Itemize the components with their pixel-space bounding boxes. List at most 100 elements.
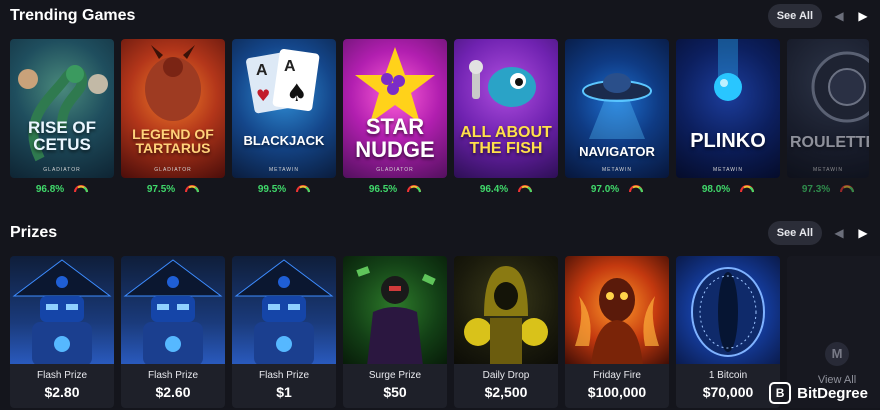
game-studio: METAWIN bbox=[601, 167, 633, 173]
prize-thumbnail bbox=[121, 256, 225, 366]
playing-cards-icon: A A ♠ ♥ bbox=[246, 49, 320, 114]
rtp-value: 96.8% bbox=[35, 183, 65, 195]
trending-games-title: Trending Games bbox=[10, 7, 136, 24]
metawin-logo-icon: M bbox=[825, 342, 849, 366]
trending-games-header: Trending Games See All ◀ ▶ bbox=[10, 1, 870, 31]
trending-games-controls: See All ◀ ▶ bbox=[767, 4, 870, 28]
prize-name: Flash Prize bbox=[258, 370, 309, 381]
game-thumbnail: LEGEND OF TARTARUS GLADIATOR bbox=[121, 39, 225, 178]
game-studio: METAWIN bbox=[268, 167, 300, 173]
game-title: NAVIGATOR bbox=[579, 144, 655, 159]
prize-card-friday-fire[interactable]: Friday Fire $100,000 bbox=[565, 256, 669, 408]
samurai-robot-art bbox=[234, 259, 334, 366]
arrow-left-icon[interactable]: ◀ bbox=[832, 9, 846, 23]
game-title: ALL ABOUT THE FISH bbox=[460, 124, 552, 157]
game-card-blackjack[interactable]: A A ♠ ♥ BLACKJACK METAWIN 99.5% bbox=[232, 39, 336, 200]
prize-card-flash-prize-3[interactable]: Flash Prize $1 bbox=[232, 256, 336, 408]
prize-info: Flash Prize $2.60 bbox=[121, 364, 225, 408]
prizes-controls: See All ◀ ▶ bbox=[767, 221, 870, 245]
game-thumbnail: A A ♠ ♥ BLACKJACK METAWIN bbox=[232, 39, 336, 178]
prize-info: Daily Drop $2,500 bbox=[454, 364, 558, 408]
game-title: RISE OF CETUS bbox=[27, 118, 96, 154]
game-card-all-about-the-fish[interactable]: ALL ABOUT THE FISH 96.4% bbox=[454, 39, 558, 200]
arrow-left-icon[interactable]: ◀ bbox=[832, 226, 846, 240]
prize-amount: $100,000 bbox=[587, 384, 647, 400]
prize-name: Friday Fire bbox=[593, 370, 641, 381]
svg-text:A: A bbox=[284, 58, 296, 75]
rtp-gauge-icon bbox=[518, 185, 533, 193]
prizes-see-all-button[interactable]: See All bbox=[767, 221, 822, 245]
prize-info: Friday Fire $100,000 bbox=[565, 364, 669, 408]
game-title: BLACKJACK bbox=[243, 133, 325, 148]
svg-text:♥: ♥ bbox=[256, 86, 270, 105]
game-card-rise-of-cetus[interactable]: RISE OF CETUS GLADIATOR 96.8% bbox=[10, 39, 114, 200]
suited-figure-art bbox=[356, 266, 436, 366]
prize-name: Flash Prize bbox=[36, 370, 87, 381]
rtp-value: 97.5% bbox=[146, 183, 176, 195]
prize-name: Flash Prize bbox=[147, 370, 198, 381]
bitcoin-coin-icon bbox=[691, 267, 765, 357]
trending-see-all-button[interactable]: See All bbox=[767, 4, 822, 28]
svg-text:♠: ♠ bbox=[286, 79, 308, 107]
prize-card-flash-prize-1[interactable]: Flash Prize $2.80 bbox=[10, 256, 114, 408]
rtp-gauge-icon bbox=[407, 185, 422, 193]
serpent-art bbox=[18, 65, 108, 162]
game-title: PLINKO bbox=[690, 130, 766, 152]
rtp-row: 98.0% bbox=[676, 178, 780, 200]
rtp-row: 96.8% bbox=[10, 178, 114, 200]
game-thumbnail: RISE OF CETUS GLADIATOR bbox=[10, 39, 114, 178]
game-title: LEGEND OF TARTARUS bbox=[132, 126, 214, 156]
game-studio: GLADIATOR bbox=[43, 167, 81, 173]
prizes-header: Prizes See All ◀ ▶ bbox=[10, 218, 870, 248]
game-card-roulette[interactable]: ROULETTE METAWIN 97.3% bbox=[787, 39, 869, 200]
svg-text:A: A bbox=[256, 62, 268, 79]
fire-skull-art bbox=[575, 278, 659, 366]
prize-card-daily-drop[interactable]: Daily Drop $2,500 bbox=[454, 256, 558, 408]
game-card-plinko[interactable]: PLINKO METAWIN 98.0% bbox=[676, 39, 780, 200]
game-card-navigator[interactable]: NAVIGATOR METAWIN 97.0% bbox=[565, 39, 669, 200]
rtp-row: 97.5% bbox=[121, 178, 225, 200]
rtp-row: 99.5% bbox=[232, 178, 336, 200]
prize-info: 1 Bitcoin $70,000 bbox=[676, 364, 780, 408]
prize-info: Surge Prize $50 bbox=[343, 364, 447, 408]
prizes-row: Flash Prize $2.80 Flash Prize $2.60 Flas… bbox=[10, 256, 880, 408]
prize-thumbnail bbox=[232, 256, 336, 366]
prize-info: Flash Prize $2.80 bbox=[10, 364, 114, 408]
prize-amount: $2.80 bbox=[44, 384, 80, 400]
game-card-legend-of-tartarus[interactable]: LEGEND OF TARTARUS GLADIATOR 97.5% bbox=[121, 39, 225, 200]
rtp-value: 97.3% bbox=[801, 183, 831, 195]
game-studio: GLADIATOR bbox=[154, 167, 192, 173]
prize-thumbnail bbox=[454, 256, 558, 366]
trending-games-row: RISE OF CETUS GLADIATOR 96.8% LEGEND OF … bbox=[10, 39, 869, 200]
prize-name: Surge Prize bbox=[368, 370, 422, 381]
game-card-star-nudge[interactable]: STAR NUDGE GLADIATOR 96.5% bbox=[343, 39, 447, 200]
rtp-value: 96.5% bbox=[368, 183, 398, 195]
bitdegree-logo-icon: B bbox=[769, 382, 792, 404]
rtp-row: 97.3% bbox=[787, 178, 869, 200]
bitdegree-watermark: B BitDegree bbox=[769, 382, 868, 404]
arrow-right-icon[interactable]: ▶ bbox=[856, 9, 870, 23]
game-thumbnail: ROULETTE METAWIN bbox=[787, 39, 869, 178]
prize-card-flash-prize-2[interactable]: Flash Prize $2.60 bbox=[121, 256, 225, 408]
prize-card-1-bitcoin[interactable]: 1 Bitcoin $70,000 bbox=[676, 256, 780, 408]
bitdegree-brand: BitDegree bbox=[797, 384, 868, 402]
roulette-wheel-icon bbox=[811, 51, 869, 123]
game-studio: METAWIN bbox=[712, 167, 744, 173]
arrow-right-icon[interactable]: ▶ bbox=[856, 226, 870, 240]
prize-thumbnail bbox=[343, 256, 447, 366]
rtp-value: 97.0% bbox=[590, 183, 620, 195]
game-studio: GLADIATOR bbox=[376, 167, 414, 173]
rtp-gauge-icon bbox=[629, 185, 644, 193]
prize-name: 1 Bitcoin bbox=[708, 370, 748, 381]
samurai-robot-art bbox=[12, 259, 112, 366]
rtp-value: 98.0% bbox=[701, 183, 731, 195]
prize-amount: $50 bbox=[383, 384, 407, 400]
rtp-gauge-icon bbox=[185, 185, 200, 193]
game-thumbnail: PLINKO METAWIN bbox=[676, 39, 780, 178]
samurai-robot-art bbox=[123, 259, 223, 366]
rtp-gauge-icon bbox=[296, 185, 311, 193]
prize-card-surge-prize[interactable]: Surge Prize $50 bbox=[343, 256, 447, 408]
rtp-value: 99.5% bbox=[257, 183, 287, 195]
rtp-value: 96.4% bbox=[479, 183, 509, 195]
rtp-row: 96.4% bbox=[454, 178, 558, 200]
